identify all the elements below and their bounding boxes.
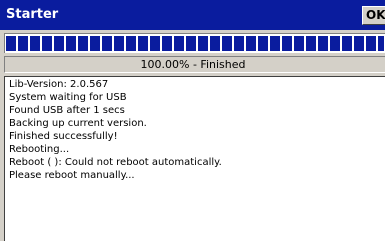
log-line: Reboot ( ): Could not reboot automatical… <box>9 157 222 168</box>
window-title: Starter <box>6 7 59 22</box>
title-bar: Starter OK <box>0 0 385 30</box>
status-panel: 100.00% - Finished <box>4 56 385 73</box>
starter-window: Starter OK 100.00% - Finished Lib-Versio… <box>0 0 385 241</box>
log-line: Finished successfully! <box>9 131 118 142</box>
log-output[interactable]: Lib-Version: 2.0.567 System waiting for … <box>4 76 385 241</box>
log-line: Lib-Version: 2.0.567 <box>9 79 109 90</box>
progress-status-text: 100.00% - Finished <box>140 58 246 71</box>
log-lines: Lib-Version: 2.0.567 System waiting for … <box>9 78 222 182</box>
progress-bar <box>4 33 385 53</box>
log-line: Backing up current version. <box>9 118 147 129</box>
log-line: Rebooting... <box>9 144 70 155</box>
ok-button[interactable]: OK <box>362 6 385 25</box>
log-line: Found USB after 1 secs <box>9 105 125 116</box>
log-line: Please reboot manually... <box>9 170 135 181</box>
progress-bar-fill <box>6 36 384 51</box>
log-line: System waiting for USB <box>9 92 127 103</box>
